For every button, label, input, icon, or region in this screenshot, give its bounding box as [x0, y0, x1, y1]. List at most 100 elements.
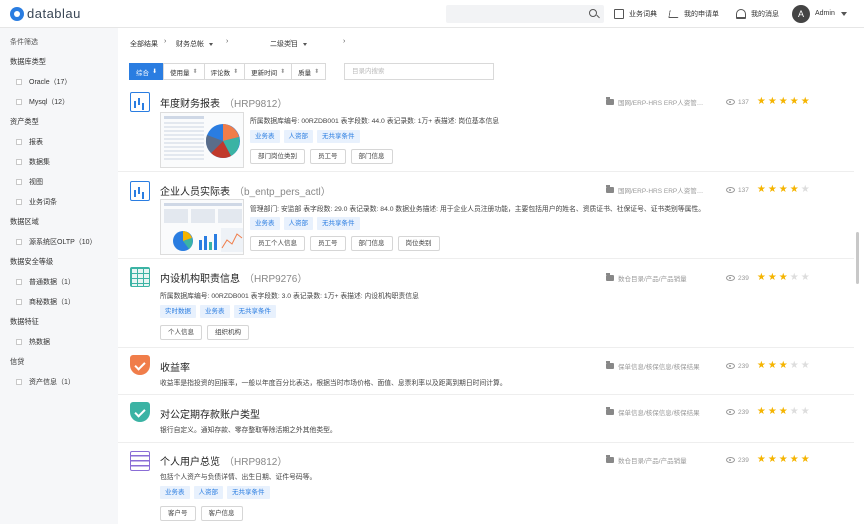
sort-comprehensive-button[interactable]: 综合 ⬇: [129, 63, 165, 80]
tag[interactable]: 无共享条件: [227, 486, 270, 499]
column-chip[interactable]: 个人信息: [160, 325, 202, 340]
catalog-path[interactable]: 国网/ERP-HRS ERP人资管…: [618, 97, 720, 107]
result-title[interactable]: 内设机构职责信息 （HRP9276）: [160, 270, 307, 285]
sort-label: 质量: [298, 69, 312, 77]
title-text: 内设机构职责信息: [160, 274, 240, 285]
result-meta: 数仓目录/产品/产品销量 239 ★ ★ ★ ★ ★: [606, 455, 812, 465]
star-icon: ★: [756, 184, 766, 195]
column-chip[interactable]: 员工号: [310, 236, 346, 251]
checkbox[interactable]: [16, 339, 22, 345]
tag[interactable]: 无共享条件: [233, 305, 276, 318]
filter-option[interactable]: 热数据: [16, 337, 50, 347]
tag[interactable]: 人资部: [283, 217, 313, 230]
checkbox[interactable]: [16, 179, 22, 185]
chevron-down-icon: [303, 42, 307, 46]
column-chip[interactable]: 组织机构: [207, 325, 249, 340]
filter-option[interactable]: Oracle （17）: [16, 77, 71, 87]
result-card[interactable]: 内设机构职责信息 （HRP9276） 所属数据库编号: 00RZDB001 表字段…: [118, 260, 854, 348]
checkbox[interactable]: [16, 99, 22, 105]
scrollbar[interactable]: [856, 232, 859, 284]
global-search-input[interactable]: [446, 5, 604, 23]
result-card[interactable]: 年度财务报表 （HRP9812） 所属数据库编号: 00RZDB001 表字段数:…: [118, 86, 854, 172]
search-icon[interactable]: [589, 9, 597, 17]
filter-option[interactable]: 资产信息 （1）: [16, 377, 75, 387]
checkbox[interactable]: [16, 199, 22, 205]
filter-option[interactable]: 商秘数据 （1）: [16, 297, 75, 307]
filter-option-label: 热数据: [29, 339, 50, 346]
directory-search-input[interactable]: 目录内搜索: [344, 63, 494, 80]
report-thumbnail[interactable]: [160, 112, 244, 168]
nav-business-dictionary[interactable]: 业务词典: [614, 9, 657, 19]
result-card[interactable]: 收益率 收益率是指投资的回报率，一般以年度百分比表达，根据当时市场价格、面值、息…: [118, 349, 854, 395]
report-thumbnail[interactable]: [160, 199, 244, 255]
sort-bar: 综合 ⬇ 使用量 ⬍ 评论数 ⬍ 更新时间 ⬍ 质量 ⬍: [129, 63, 327, 80]
column-chip[interactable]: 员工号: [310, 149, 346, 164]
filter-option[interactable]: Mysql （12）: [16, 97, 69, 107]
logo[interactable]: datablau: [10, 6, 81, 21]
cart-icon: [668, 10, 680, 18]
result-card[interactable]: 个人用户总览 （HRP9812） 包括个人资产与负债详情、出生日期、证件号码等。 …: [118, 444, 854, 524]
title-text: 对公定期存款账户类型: [160, 410, 260, 421]
result-title[interactable]: 对公定期存款账户类型: [160, 406, 260, 421]
result-title[interactable]: 个人用户总览 （HRP9812）: [160, 453, 287, 468]
result-title[interactable]: 年度财务报表 （HRP9812）: [160, 95, 287, 110]
result-title[interactable]: 企业人员实际表 （b_entp_pers_actl）: [160, 183, 331, 198]
catalog-path[interactable]: 数仓目录/产品/产品销量: [618, 273, 720, 283]
filter-option[interactable]: 普通数据 （1）: [16, 277, 75, 287]
column-chip[interactable]: 岗位类别: [397, 236, 440, 251]
tag[interactable]: 业务表: [250, 217, 280, 230]
catalog-path[interactable]: 保单信息/核保信息/核保结果: [618, 361, 720, 371]
tag[interactable]: 无共享条件: [317, 130, 360, 143]
checkbox[interactable]: [16, 239, 22, 245]
report-preview-image: [164, 203, 243, 252]
catalog-path[interactable]: 国网/ERP-HRS ERP人资管…: [618, 185, 720, 195]
sort-quality-button[interactable]: 质量 ⬍: [291, 63, 327, 80]
eye-icon: [726, 275, 735, 281]
tag[interactable]: 人资部: [193, 486, 223, 499]
checkbox[interactable]: [16, 159, 22, 165]
filter-option[interactable]: 数据集: [16, 157, 50, 167]
checkbox[interactable]: [16, 379, 22, 385]
filter-option[interactable]: 视图: [16, 177, 43, 187]
star-icon: ★: [778, 96, 788, 107]
catalog-path[interactable]: 保单信息/核保信息/核保结果: [618, 407, 720, 417]
column-chip[interactable]: 员工个人信息: [250, 236, 305, 251]
sort-updated-button[interactable]: 更新时间 ⬍: [244, 63, 293, 80]
checkbox[interactable]: [16, 79, 22, 85]
tag[interactable]: 业务表: [250, 130, 280, 143]
tag[interactable]: 实时数据: [160, 305, 196, 318]
avatar[interactable]: A: [792, 5, 810, 23]
column-chip[interactable]: 部门信息: [350, 236, 393, 251]
nav-my-requests[interactable]: 我的申请单: [668, 9, 719, 19]
filter-option[interactable]: 报表: [16, 137, 43, 147]
user-name[interactable]: Admin: [815, 10, 835, 17]
tag[interactable]: 业务表: [160, 486, 190, 499]
sort-usage-button[interactable]: 使用量 ⬍: [163, 63, 205, 80]
checkbox[interactable]: [16, 279, 22, 285]
breadcrumb-all-results[interactable]: 全部结果: [130, 39, 158, 49]
breadcrumb-category[interactable]: 财务总帐: [176, 39, 213, 49]
column-chip[interactable]: 客户信息: [200, 506, 243, 521]
column-chip[interactable]: 客户号: [160, 506, 196, 521]
sort-comments-button[interactable]: 评论数 ⬍: [203, 63, 246, 80]
tag[interactable]: 人资部: [283, 130, 313, 143]
result-card[interactable]: 对公定期存款账户类型 银行自定义。通知存款、零存整取等除活期之外其他类型。 保单…: [118, 396, 854, 443]
checkbox[interactable]: [16, 139, 22, 145]
filter-option-label: Mysql: [29, 98, 48, 106]
breadcrumb-subcategory[interactable]: 二级类目: [270, 39, 307, 49]
catalog-path[interactable]: 数仓目录/产品/产品销量: [618, 455, 720, 465]
checkbox[interactable]: [16, 299, 22, 305]
bar-chart-icon: [130, 181, 150, 201]
main-content: 全部结果 › 财务总帐 › 二级类目 › › › 综合⬇ 使用量⬍ 评论数⬍ 更…: [118, 28, 864, 524]
chevron-down-icon[interactable]: [841, 12, 847, 16]
tag[interactable]: 无共享条件: [317, 217, 360, 230]
column-chip[interactable]: 部门岗位类别: [250, 149, 305, 164]
column-chip[interactable]: 部门信息: [350, 149, 393, 164]
result-card[interactable]: 企业人员实际表 （b_entp_pers_actl） 管理部门: 安监部 表字段数…: [118, 173, 854, 259]
result-title[interactable]: 收益率: [160, 359, 190, 374]
tag[interactable]: 业务表: [200, 305, 230, 318]
filter-option[interactable]: 业务词条: [16, 197, 57, 207]
result-description: 收益率是指投资的回报率，一般以年度百分比表达，根据当时市场价格、面值、息票利率以…: [160, 380, 507, 387]
nav-my-messages[interactable]: 我的消息: [736, 9, 779, 19]
filter-option[interactable]: 源系统区OLTP （10）: [16, 237, 97, 247]
